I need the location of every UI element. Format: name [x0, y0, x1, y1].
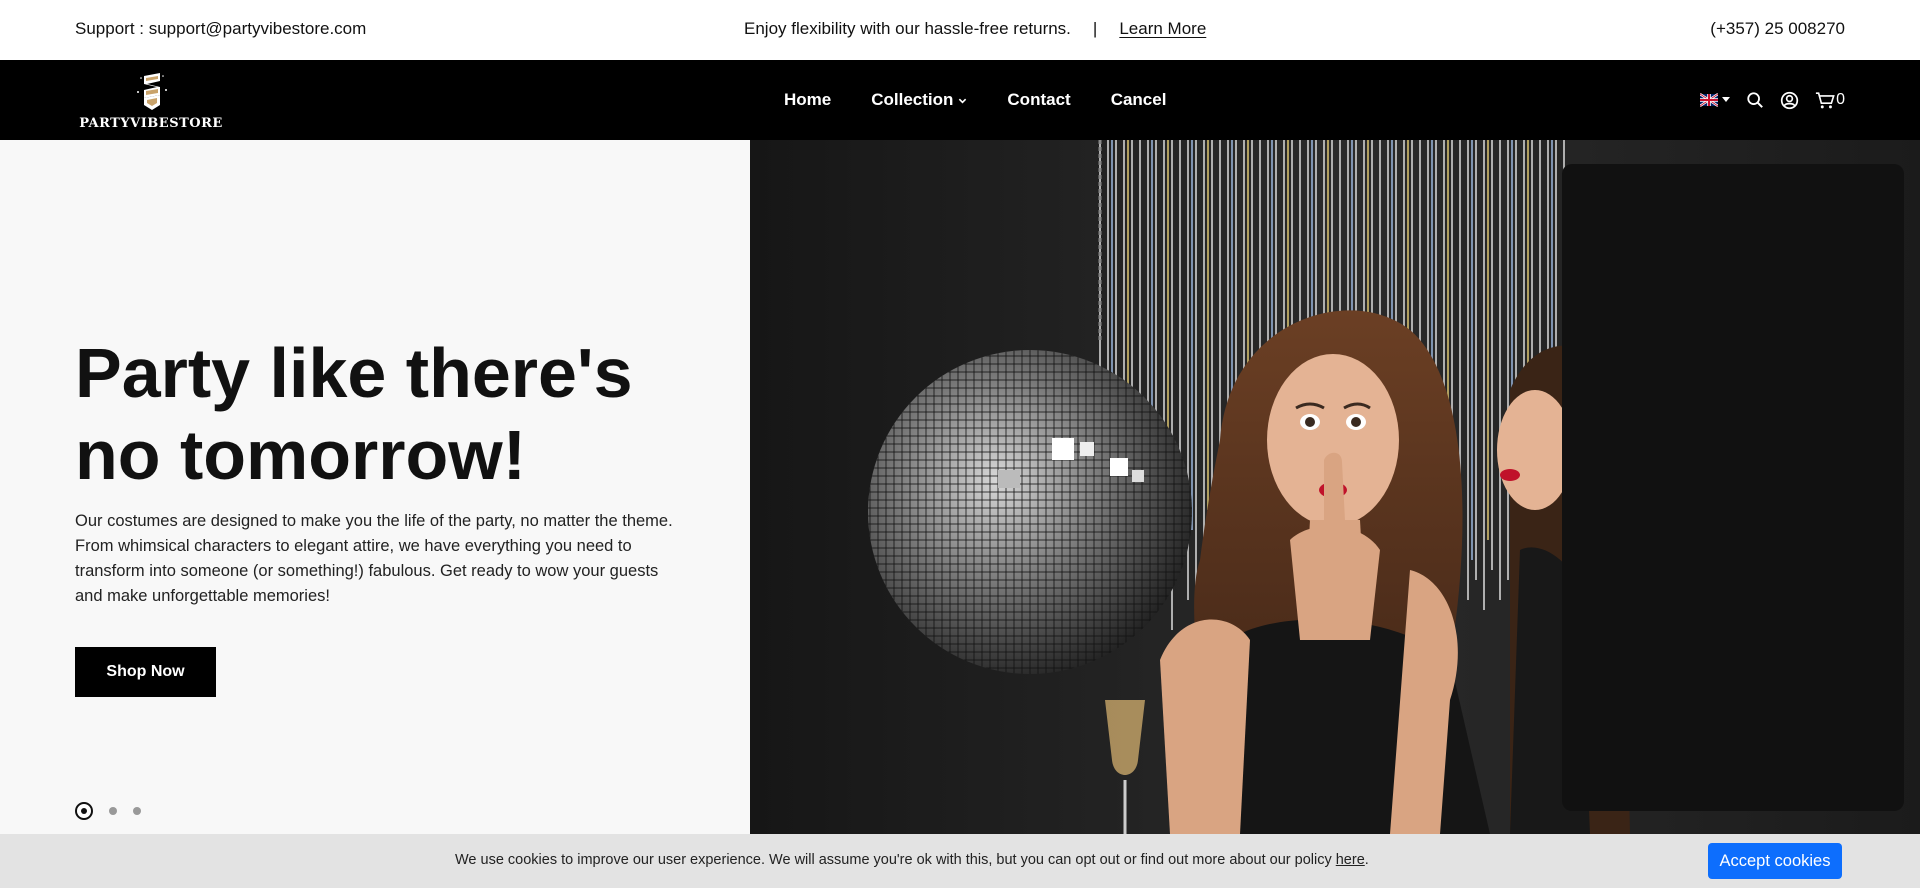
language-selector[interactable] — [1700, 93, 1731, 107]
side-panel-overlay — [1562, 164, 1904, 811]
returns-text: Enjoy flexibility with our hassle-free r… — [744, 19, 1071, 38]
nav-home-label: Home — [784, 90, 832, 109]
shop-now-button[interactable]: Shop Now — [75, 647, 216, 697]
nav-contact-label: Contact — [1007, 90, 1071, 109]
uk-flag-icon — [1700, 93, 1719, 107]
returns-message: Enjoy flexibility with our hassle-free r… — [744, 19, 1206, 39]
nav-collection-label: Collection — [871, 90, 954, 109]
hero-title: Party like there's no tomorrow! — [75, 334, 633, 494]
support-email: Support : support@partyvibestore.com — [75, 19, 367, 38]
slide-dot-2[interactable] — [109, 807, 117, 815]
chevron-down-icon — [959, 98, 967, 103]
nav-collection[interactable]: Collection — [871, 90, 967, 110]
accept-cookies-button[interactable]: Accept cookies — [1708, 843, 1842, 879]
slide-dot-3[interactable] — [133, 807, 141, 815]
cookie-text: We use cookies to improve our user exper… — [455, 852, 1336, 868]
nav-cancel-label: Cancel — [1110, 90, 1167, 109]
cart-count: 0 — [1836, 91, 1845, 108]
account-icon[interactable] — [1780, 91, 1799, 110]
search-icon[interactable] — [1746, 91, 1764, 109]
slide-dot-1[interactable] — [75, 802, 93, 820]
cookie-suffix: . — [1364, 852, 1369, 868]
cart-icon — [1816, 91, 1835, 108]
nav-home[interactable]: Home — [784, 90, 831, 110]
nav-cancel[interactable]: Cancel — [1111, 90, 1167, 110]
cookie-banner: We use cookies to improve our user exper… — [0, 834, 1920, 888]
header-icons: 0 — [1700, 60, 1845, 140]
separator: | — [1092, 19, 1098, 38]
learn-more-link[interactable]: Learn More — [1119, 19, 1206, 39]
caret-down-icon — [1722, 97, 1731, 102]
logo-wordmark: PARTYVIBESTORE — [79, 116, 223, 131]
logo-mark-icon — [137, 73, 167, 110]
cookie-policy-link[interactable]: here — [1336, 852, 1365, 868]
nav-contact[interactable]: Contact — [1007, 90, 1070, 110]
phone-number: (+357) 25 008270 — [1710, 19, 1845, 38]
main-nav: Home Collection Contact Cancel — [784, 60, 1166, 140]
logo[interactable]: PARTYVIBESTORE — [75, 66, 227, 136]
site-header: PARTYVIBESTORE Home Collection Contact C… — [0, 60, 1920, 140]
cart-button[interactable]: 0 — [1815, 91, 1845, 110]
slider-dots — [75, 802, 141, 820]
hero-description: Our costumes are designed to make you th… — [75, 512, 673, 605]
announcement-bar: Support : support@partyvibestore.com Enj… — [0, 0, 1920, 60]
cookie-message: We use cookies to improve our user exper… — [455, 852, 1369, 868]
